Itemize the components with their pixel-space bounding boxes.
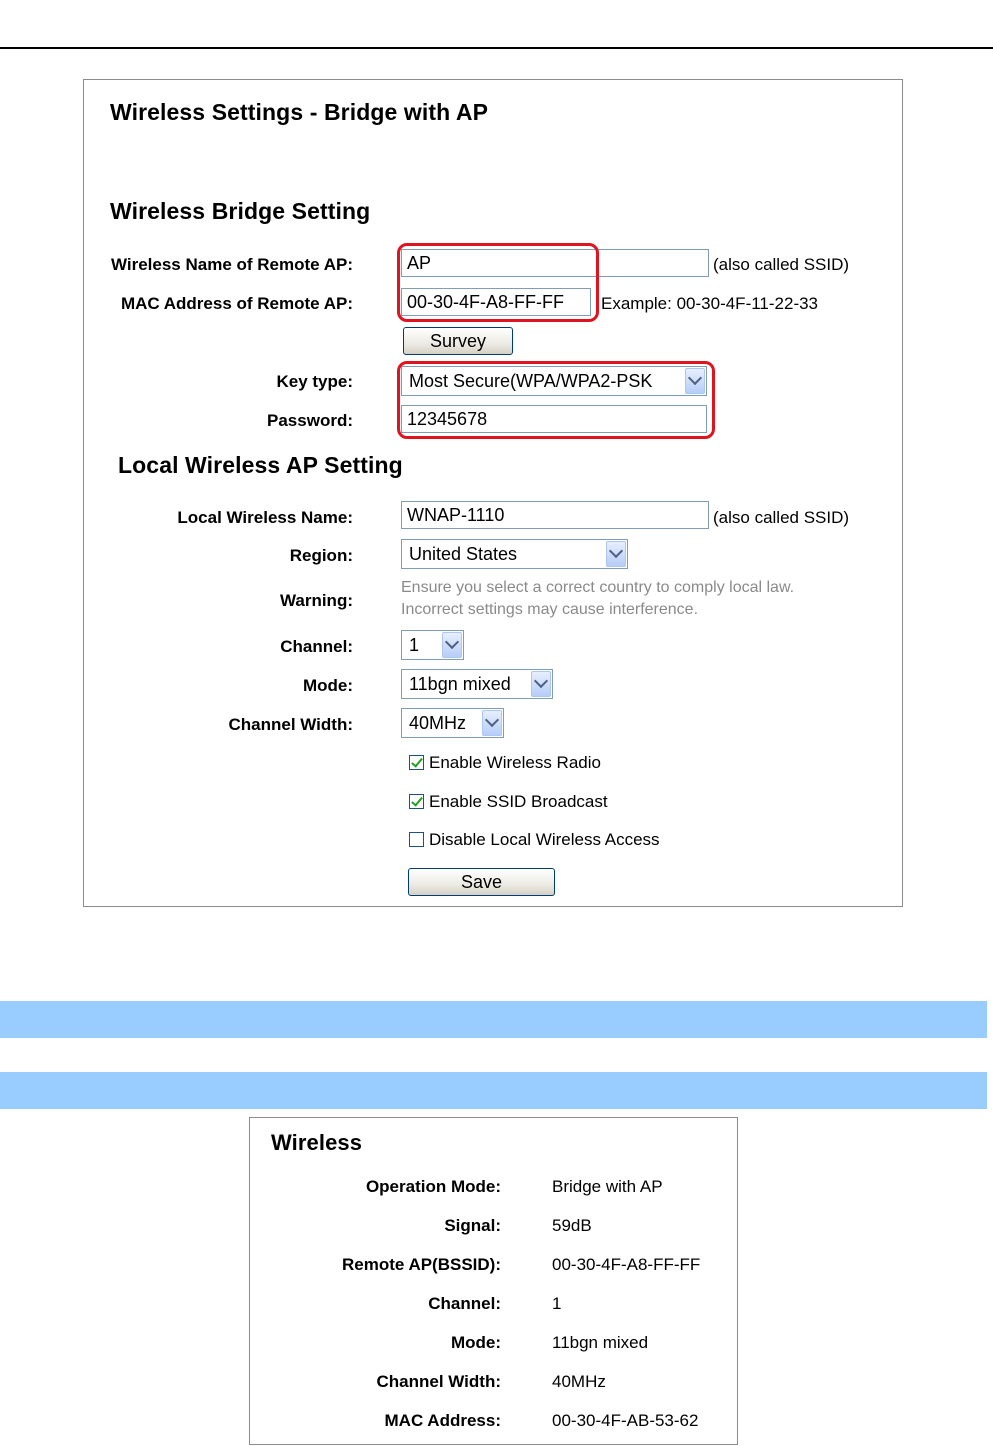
page-title: Wireless Settings - Bridge with AP [110,99,489,125]
status-value: 40MHz [552,1372,606,1391]
key-type-label: Key type: [276,372,353,391]
ssid-note: (also called SSID) [713,255,850,274]
status-value: 00-30-4F-AB-53-62 [552,1411,699,1430]
section-bar-2 [0,1072,987,1109]
status-label: Signal: [444,1216,501,1235]
status-value: 1 [552,1294,562,1313]
mode-label: Mode: [302,676,353,695]
warning-line-2: Incorrect settings may cause interferenc… [401,601,699,618]
channel-label: Channel: [280,637,353,656]
bridge-section-heading: Wireless Bridge Setting [110,198,371,224]
status-label: Mode: [450,1333,501,1352]
status-value: 11bgn mixed [552,1333,649,1352]
checkbox-checked-icon[interactable] [409,794,424,809]
channel-width-select[interactable]: 40MHz [401,708,504,738]
enable-ssid-broadcast-label: Enable SSID Broadcast [429,792,608,811]
status-label: Channel Width: [376,1372,502,1391]
local-section-heading: Local Wireless AP Setting [118,452,403,478]
local-name-input[interactable]: WNAP-1110 [401,501,709,529]
status-value: 00-30-4F-A8-FF-FF [552,1255,701,1274]
warning-text: Ensure you select a correct country to c… [401,577,794,621]
highlight-remote-ap [397,243,599,322]
mac-example-note: Example: 00-30-4F-11-22-33 [601,294,819,313]
disable-local-access-checkbox[interactable]: Disable Local Wireless Access [409,830,660,850]
channel-width-value: 40MHz [409,713,467,733]
save-button[interactable]: Save [408,868,555,896]
warning-line-1: Ensure you select a correct country to c… [401,579,795,596]
wireless-status-panel: Wireless Operation Mode: Bridge with AP … [249,1117,738,1445]
status-value: 59dB [552,1216,592,1235]
channel-select[interactable]: 1 [401,630,464,660]
highlight-security [397,361,715,439]
channel-value: 1 [409,635,420,655]
checkbox-checked-icon[interactable] [409,755,424,770]
enable-wireless-radio-label: Enable Wireless Radio [429,753,601,772]
status-value: Bridge with AP [552,1177,663,1196]
mode-select[interactable]: 11bgn mixed [401,669,553,699]
password-label: Password: [267,411,353,430]
warning-label: Warning: [279,591,353,610]
top-rule [0,47,993,49]
status-title: Wireless [271,1130,363,1155]
mode-value: 11bgn mixed [409,674,511,694]
survey-button[interactable]: Survey [403,327,513,355]
remote-ap-name-label: Wireless Name of Remote AP: [110,255,353,274]
status-label: Channel: [428,1294,501,1313]
status-label: Operation Mode: [365,1177,501,1196]
chevron-down-icon[interactable] [482,710,502,736]
mac-address-label: MAC Address of Remote AP: [120,294,353,313]
bridge-settings-panel: Wireless Settings - Bridge with AP Wirel… [83,79,903,907]
chevron-down-icon[interactable] [442,632,462,658]
region-select[interactable]: United States [401,539,628,569]
status-label: MAC Address: [384,1411,502,1430]
channel-width-label: Channel Width: [228,715,354,734]
region-value: United States [409,544,518,564]
local-ssid-note: (also called SSID) [713,508,850,527]
disable-local-access-label: Disable Local Wireless Access [429,830,660,849]
local-name-label: Local Wireless Name: [177,508,353,527]
checkbox-unchecked-icon[interactable] [409,832,424,847]
chevron-down-icon[interactable] [531,671,551,697]
region-label: Region: [289,546,353,565]
chevron-down-icon[interactable] [606,541,626,567]
section-bar-1 [0,1001,987,1038]
enable-ssid-broadcast-checkbox[interactable]: Enable SSID Broadcast [409,792,608,812]
enable-wireless-radio-checkbox[interactable]: Enable Wireless Radio [409,753,601,773]
status-label: Remote AP(BSSID): [342,1255,501,1274]
